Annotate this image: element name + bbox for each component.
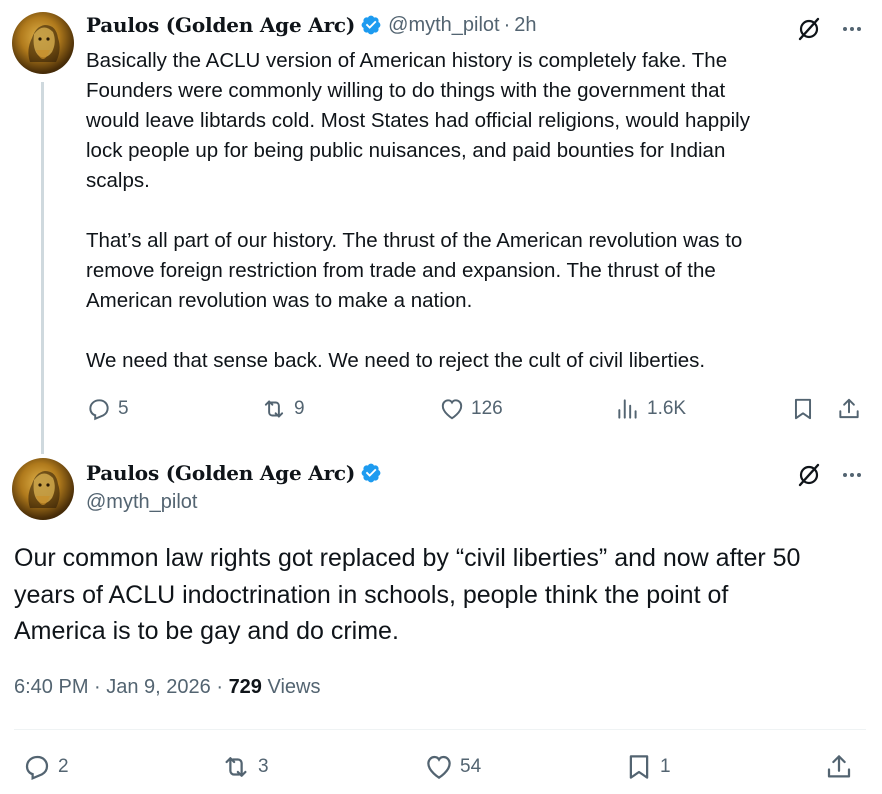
like-count: 126	[471, 398, 503, 419]
share-button[interactable]	[824, 752, 854, 782]
like-icon	[427, 755, 451, 779]
reply-count: 5	[118, 398, 129, 419]
like-icon	[441, 399, 463, 420]
share-icon	[839, 398, 859, 419]
tweet1-text: Basically the ACLU version of American h…	[86, 46, 866, 376]
tweet2-header: Paulos (Golden Age Arc)	[86, 461, 382, 485]
reply-button[interactable]: 5	[86, 396, 129, 422]
author-handle[interactable]: @myth_pilot	[388, 14, 499, 37]
share-icon	[827, 755, 851, 778]
reply-button[interactable]: 2	[22, 752, 69, 782]
grok-icon[interactable]	[796, 462, 822, 488]
like-button[interactable]: 54	[424, 752, 481, 782]
tweet2-top-actions	[796, 462, 864, 488]
tweet-meta: 6:40 PM · Jan 9, 2026 · 729 Views	[14, 676, 320, 699]
tweet2-text: Our common law rights got replaced by “c…	[14, 544, 801, 645]
timestamp[interactable]: 2h	[514, 14, 536, 37]
view-count: 1.6K	[647, 398, 687, 419]
views-icon	[618, 399, 637, 419]
reply-icon	[89, 399, 109, 421]
retweet-button[interactable]: 3	[220, 752, 269, 782]
separator: ·	[503, 13, 511, 36]
tweet1-header: Paulos (Golden Age Arc) @myth_pilot · 2h	[86, 13, 537, 37]
like-count: 54	[460, 756, 482, 777]
verified-badge-icon[interactable]	[360, 14, 382, 36]
reply-icon	[25, 755, 49, 780]
avatar[interactable]	[12, 458, 74, 520]
bookmark-count: 1	[660, 756, 671, 777]
like-button[interactable]: 126	[439, 396, 503, 422]
retweet-icon	[264, 400, 284, 418]
avatar-image	[28, 25, 60, 62]
retweet-button[interactable]: 9	[260, 396, 305, 422]
author-name[interactable]: Paulos (Golden Age Arc)	[86, 461, 355, 485]
tweet1-top-actions	[796, 16, 864, 42]
views-button[interactable]: 1.6K	[615, 396, 686, 422]
tweet1-paragraph: Basically the ACLU version of American h…	[86, 49, 750, 192]
bookmark-icon	[629, 755, 649, 779]
thread-line	[41, 82, 44, 454]
grok-icon[interactable]	[796, 16, 822, 42]
post-timestamp[interactable]: 6:40 PM · Jan 9, 2026 ·	[14, 676, 229, 698]
avatar[interactable]	[12, 12, 74, 74]
verified-badge-icon[interactable]	[360, 462, 382, 484]
bookmark-button[interactable]: 1	[624, 752, 671, 782]
author-name[interactable]: Paulos (Golden Age Arc)	[86, 13, 355, 37]
share-button[interactable]	[836, 396, 862, 422]
tweet1-paragraph: We need that sense back. We need to reje…	[86, 349, 706, 372]
view-count: 729	[228, 676, 262, 698]
retweet-count: 9	[294, 398, 305, 419]
bookmark-icon	[794, 398, 812, 420]
views-label: Views	[261, 676, 321, 698]
author-handle[interactable]: @myth_pilot	[86, 491, 197, 514]
avatar-image	[28, 471, 60, 508]
bookmark-button[interactable]	[790, 396, 816, 422]
reply-count: 2	[58, 756, 69, 777]
retweet-icon	[225, 757, 247, 777]
retweet-count: 3	[258, 756, 269, 777]
more-icon[interactable]	[840, 463, 864, 487]
more-icon[interactable]	[840, 17, 864, 41]
tweet1-paragraph: That’s all part of our history. The thru…	[86, 229, 743, 312]
divider	[14, 729, 866, 730]
